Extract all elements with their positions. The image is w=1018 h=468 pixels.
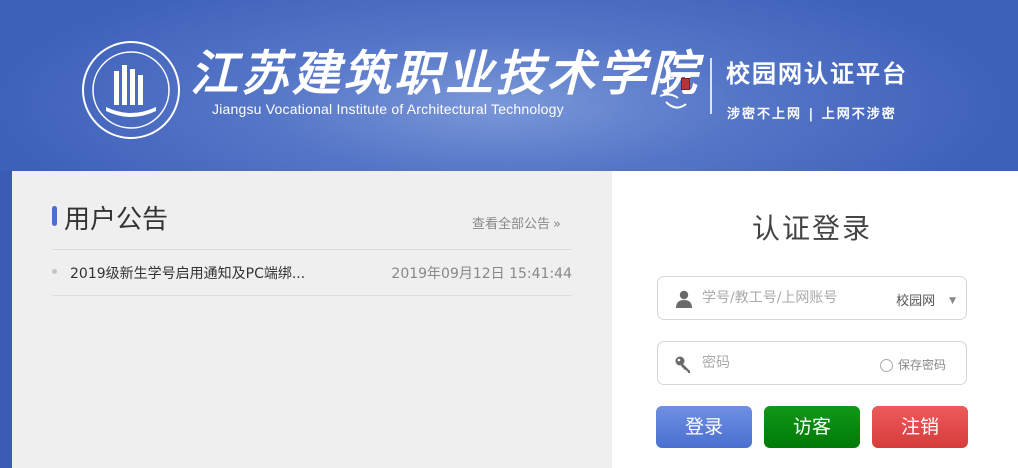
school-name-cn: 江苏建筑职业技术学院 [190,46,701,102]
password-field: 保存密码 [657,341,967,385]
banner-divider [710,58,712,114]
login-button[interactable]: 登录 [656,406,752,448]
caret-down-icon: ▼ [949,296,956,306]
password-input[interactable] [702,351,872,375]
view-all-label: 查看全部公告 [472,217,551,232]
key-icon [675,356,690,373]
network-type-select[interactable]: 校园网 ▼ [896,290,956,309]
bullet-dot [52,269,57,274]
guest-button[interactable]: 访客 [764,406,860,448]
platform-slogan: 涉密不上网 | 上网不涉密 [727,107,897,122]
notice-item-title[interactable]: 2019级新生学号启用通知及PC端绑... [70,263,305,283]
view-all-notices-link[interactable]: 查看全部公告» [472,213,561,232]
header-banner: 江苏建筑职业技术学院 Jiangsu Vocational Institute … [0,0,1018,171]
school-seal-icon [82,41,180,139]
login-panel: 认证登录 校园网 ▼ 保存密码 登录 访客 注销 [612,171,1018,468]
username-input[interactable] [702,286,872,310]
platform-title: 校园网认证平台 [726,60,908,88]
divider [52,295,572,296]
seal-stamp-icon [681,78,690,90]
remember-password-label: 保存密码 [897,358,946,372]
login-title: 认证登录 [751,212,872,245]
title-accent-bar [52,206,57,226]
school-name-en: Jiangsu Vocational Institute of Architec… [212,101,564,117]
notice-panel: 用户公告 查看全部公告» 2019级新生学号启用通知及PC端绑... 2019年… [12,171,612,468]
radio-icon[interactable] [879,359,893,372]
divider [52,249,572,250]
double-chevron-right-icon: » [553,217,561,232]
network-selected-value: 校园网 [896,294,936,309]
notice-item-time: 2019年09月12日 15:41:44 [391,266,572,282]
remember-password-toggle[interactable]: 保存密码 [879,356,946,373]
notice-list-item[interactable]: 2019级新生学号启用通知及PC端绑... 2019年09月12日 15:41:… [52,261,572,283]
username-field: 校园网 ▼ [657,276,967,320]
user-icon [676,290,692,308]
notice-title: 用户公告 [64,205,169,235]
logout-button[interactable]: 注销 [872,406,968,448]
